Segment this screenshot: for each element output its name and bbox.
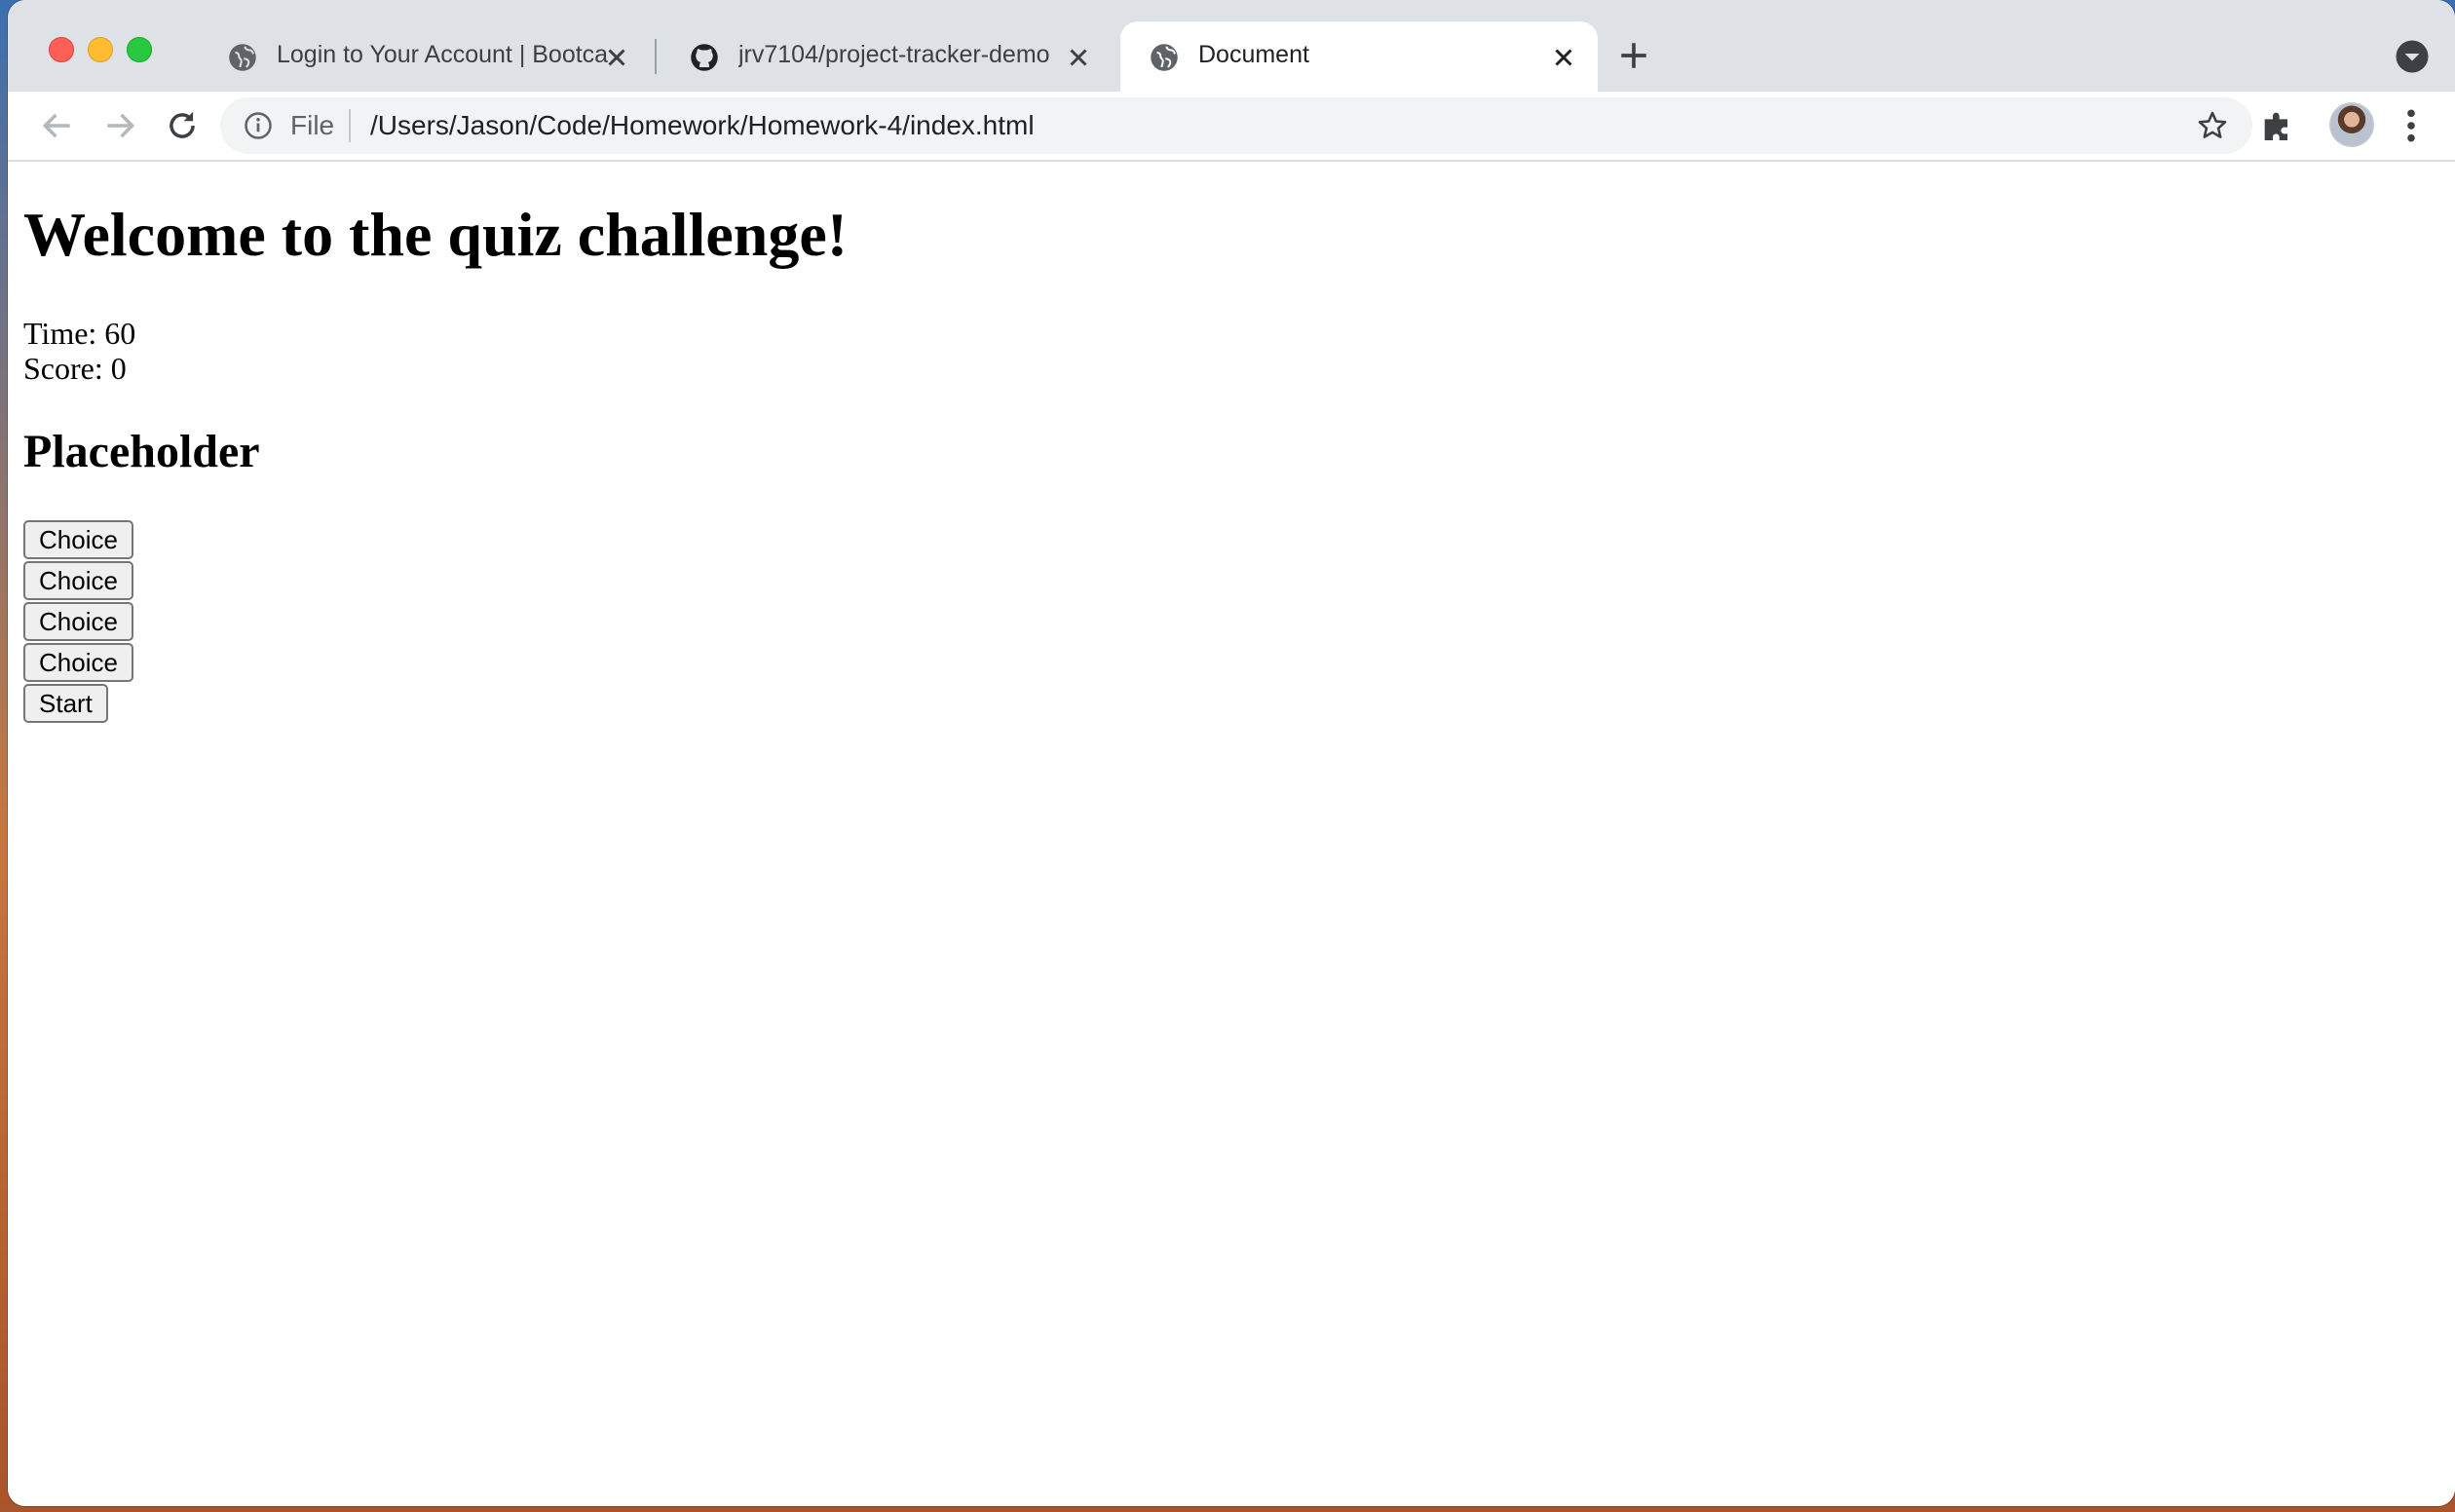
new-tab-button[interactable]: [1617, 39, 1650, 72]
omnibox-url[interactable]: /Users/Jason/Code/Homework/Homework-4/in…: [370, 110, 1035, 141]
page-content: Welcome to the quiz challenge! Time: 60 …: [8, 162, 2455, 1506]
question-heading: Placeholder: [23, 426, 260, 477]
browser-window: Login to Your Account | Bootca jrv7104/p…: [8, 0, 2455, 1506]
more-menu-icon[interactable]: [2404, 107, 2418, 144]
github-icon: [691, 44, 718, 71]
tab-title: Document: [1198, 41, 1309, 68]
tab-title: jrv7104/project-tracker-demo: [738, 41, 1050, 68]
back-icon[interactable]: [39, 107, 76, 144]
timer-text: Time: 60: [23, 316, 136, 351]
choice-button-3[interactable]: Choice: [23, 602, 133, 641]
tab-login[interactable]: Login to Your Account | Bootca: [199, 21, 647, 92]
window-maximize-button[interactable]: [127, 37, 152, 62]
page-heading: Welcome to the quiz challenge!: [23, 200, 849, 269]
choice-button-1[interactable]: Choice: [23, 520, 133, 559]
close-icon[interactable]: [602, 43, 631, 72]
tab-separator: [655, 39, 657, 74]
tab-document[interactable]: Document: [1120, 21, 1598, 92]
tab-strip: Login to Your Account | Bootca jrv7104/p…: [8, 0, 2455, 92]
tab-search-icon[interactable]: [2395, 39, 2430, 74]
omnibox-scheme-label: File: [290, 110, 335, 140]
globe-icon: [1151, 44, 1178, 71]
score-text: Score: 0: [23, 351, 127, 386]
tab-github[interactable]: jrv7104/project-tracker-demo: [661, 21, 1109, 92]
choice-button-2[interactable]: Choice: [23, 561, 133, 600]
profile-avatar[interactable]: [2330, 103, 2373, 146]
bookmark-star-icon[interactable]: [2196, 109, 2229, 142]
tab-title: Login to Your Account | Bootca: [277, 41, 609, 68]
window-close-button[interactable]: [49, 37, 74, 62]
window-minimize-button[interactable]: [88, 37, 113, 62]
close-icon[interactable]: [1549, 43, 1578, 72]
close-icon[interactable]: [1064, 43, 1093, 72]
info-icon[interactable]: [244, 111, 273, 140]
choice-button-4[interactable]: Choice: [23, 643, 133, 682]
omnibox-divider: [349, 109, 351, 142]
reload-icon[interactable]: [164, 107, 201, 144]
address-bar[interactable]: File /Users/Jason/Code/Homework/Homework…: [220, 97, 2252, 154]
globe-icon: [229, 44, 256, 71]
forward-icon[interactable]: [101, 107, 138, 144]
start-button[interactable]: Start: [23, 684, 108, 723]
extensions-puzzle-icon[interactable]: [2258, 106, 2297, 145]
browser-toolbar: File /Users/Jason/Code/Homework/Homework…: [8, 92, 2455, 160]
